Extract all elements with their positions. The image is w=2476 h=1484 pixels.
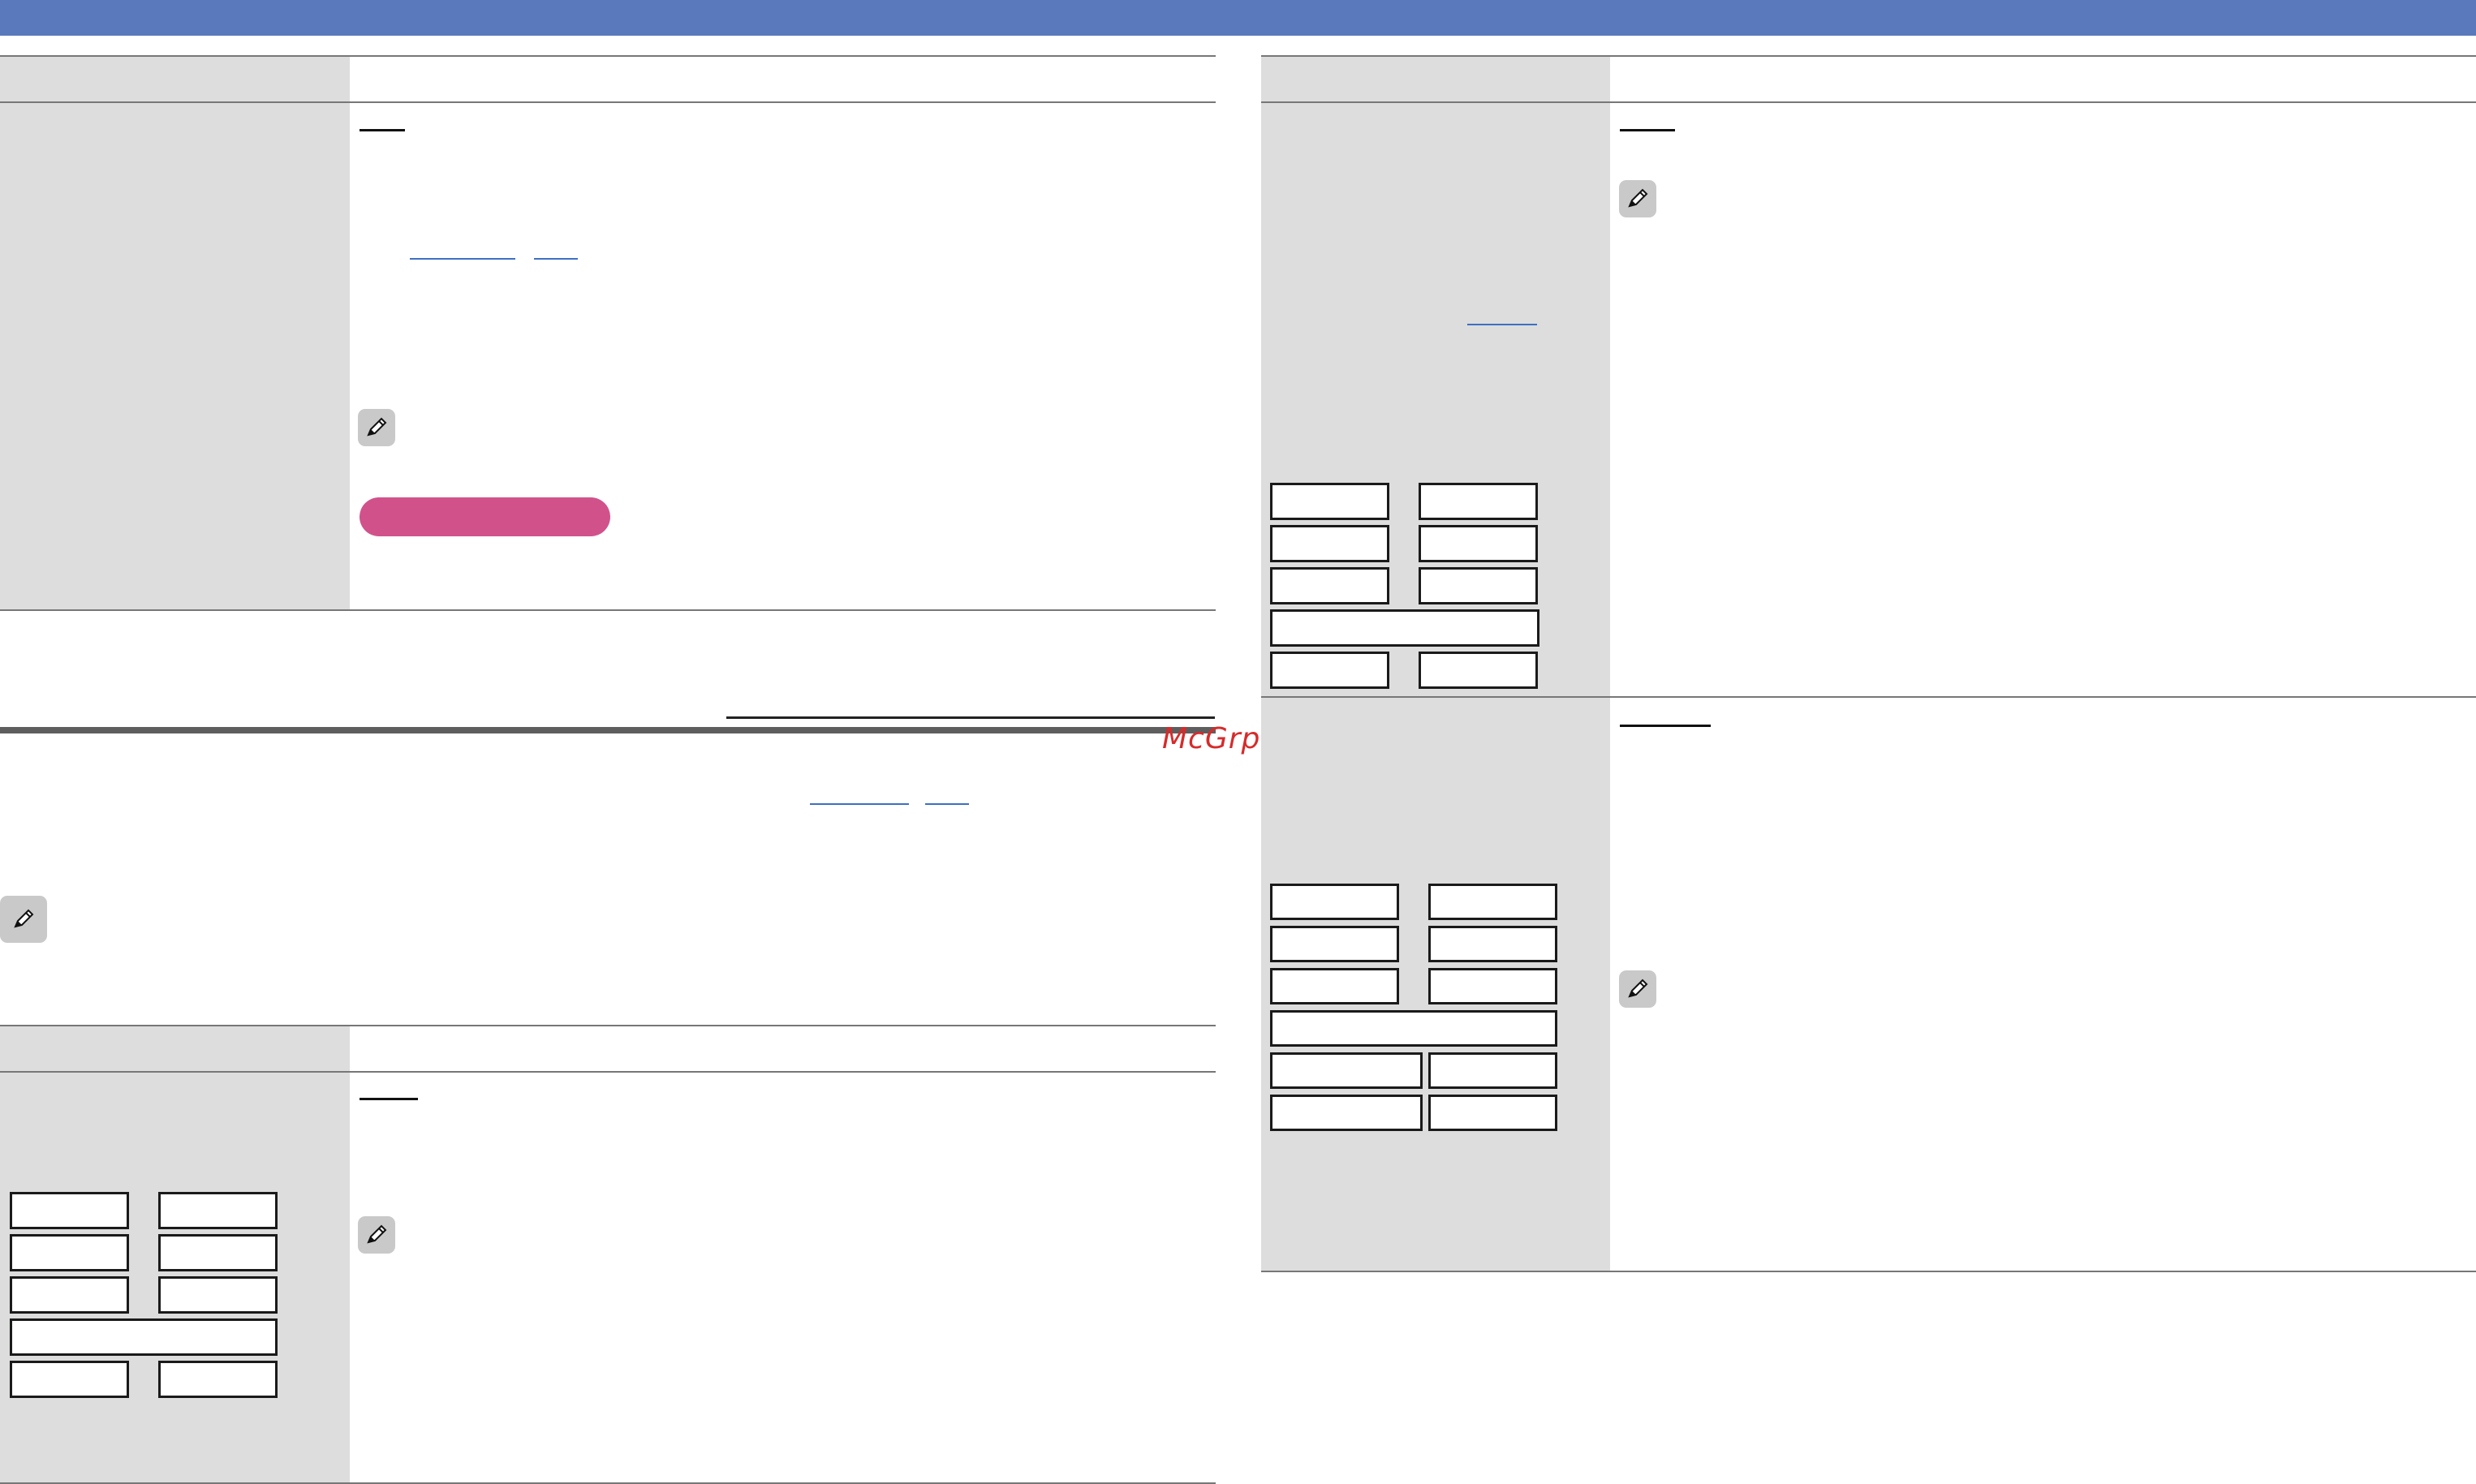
right-row2-box-8 — [1428, 1052, 1557, 1089]
right-speaker-box-4 — [1419, 525, 1538, 562]
speaker-box-subwoofer — [158, 1234, 278, 1271]
pencil-icon — [1628, 188, 1648, 208]
right-row2-box-10 — [1428, 1095, 1557, 1131]
right-table-row1-label-cell — [1261, 103, 1610, 696]
default-setting-underline — [360, 129, 405, 131]
right-speaker-box-wide — [1270, 609, 1539, 647]
pencil-icon — [1628, 979, 1648, 998]
right-speaker-box-2 — [1419, 483, 1538, 520]
right-row2-box-1 — [1270, 884, 1399, 920]
right-speaker-box-6 — [1419, 567, 1538, 604]
right-note-icon — [1619, 180, 1656, 217]
section-title-underline — [726, 716, 1215, 719]
right-row2-default-underline — [1620, 725, 1711, 727]
speaker-box-center — [10, 1234, 129, 1271]
speaker-box-front-r — [158, 1192, 278, 1229]
lower-note-icon — [358, 1216, 395, 1254]
right-row2-box-6 — [1428, 968, 1557, 1004]
pencil-icon — [14, 909, 34, 928]
right-speaker-box-3 — [1270, 525, 1389, 562]
lower-default-underline — [360, 1098, 418, 1100]
table-bottom-rule — [0, 609, 1216, 611]
highlight-pill-badge — [360, 497, 610, 536]
right-speaker-box-5 — [1270, 567, 1389, 604]
table-row-label-cell — [0, 103, 350, 609]
pencil-icon — [367, 1224, 387, 1244]
right-speaker-box-8 — [1419, 652, 1538, 689]
speaker-box-back-r — [158, 1361, 278, 1398]
speaker-box-surround-l — [10, 1276, 129, 1314]
speaker-box-wide — [10, 1318, 278, 1356]
lower-table-header-label-cell — [0, 1026, 350, 1071]
right-table-bottom-rule — [1261, 1271, 2476, 1272]
section-note-icon — [0, 896, 47, 943]
right-row2-box-3 — [1270, 926, 1399, 962]
right-row2-box-7 — [1270, 1052, 1423, 1089]
section-divider-bar — [0, 727, 1216, 733]
right-default-underline — [1620, 129, 1675, 131]
table-header-label-cell — [0, 57, 350, 101]
right-row2-box-wide — [1270, 1010, 1557, 1047]
page-reference-link[interactable] — [410, 258, 515, 260]
section-page-number-link[interactable] — [925, 803, 969, 805]
section-page-reference-link[interactable] — [810, 803, 909, 805]
pencil-icon — [367, 417, 387, 437]
right-row2-box-5 — [1270, 968, 1399, 1004]
right-page-reference-link[interactable] — [1467, 324, 1537, 325]
speaker-box-front-l — [10, 1192, 129, 1229]
right-table-header-label-cell — [1261, 57, 1610, 101]
note-pencil-icon — [358, 409, 395, 446]
right-row2-box-4 — [1428, 926, 1557, 962]
page-number-link[interactable] — [534, 258, 578, 260]
right-speaker-box-1 — [1270, 483, 1389, 520]
right-speaker-box-7 — [1270, 652, 1389, 689]
right-row2-box-9 — [1270, 1095, 1423, 1131]
speaker-box-surround-r — [158, 1276, 278, 1314]
speaker-box-back-l — [10, 1361, 129, 1398]
top-header-bar — [0, 0, 2476, 36]
right-row2-note-icon — [1619, 970, 1656, 1008]
right-row2-box-2 — [1428, 884, 1557, 920]
